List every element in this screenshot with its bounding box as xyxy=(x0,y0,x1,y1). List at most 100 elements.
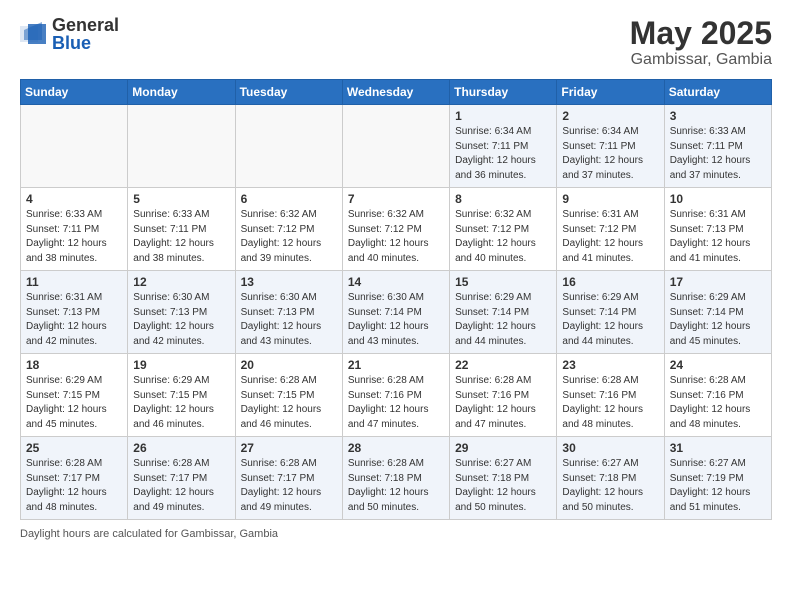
day-info: Sunrise: 6:33 AM Sunset: 7:11 PM Dayligh… xyxy=(26,208,122,266)
day-cell: 29Sunrise: 6:27 AM Sunset: 7:18 PM Dayli… xyxy=(450,437,557,520)
day-info: Sunrise: 6:27 AM Sunset: 7:19 PM Dayligh… xyxy=(670,457,766,515)
day-info: Sunrise: 6:29 AM Sunset: 7:15 PM Dayligh… xyxy=(133,374,229,432)
calendar-table: SundayMondayTuesdayWednesdayThursdayFrid… xyxy=(20,79,772,520)
day-cell: 23 Sunrise: 6:28 AM Sunset: 7:16 PM Dayli… xyxy=(557,354,664,437)
day-info: Sunrise: 6:30 AM Sunset: 7:14 PM Dayligh… xyxy=(348,291,444,349)
day-cell: 13Sunrise: 6:30 AM Sunset: 7:13 PM Dayli… xyxy=(235,271,342,354)
day-info: Sunrise: 6:28 AM Sunset: 7:17 PM Dayligh… xyxy=(241,457,337,515)
day-cell xyxy=(235,105,342,188)
day-cell: 5 Sunrise: 6:33 AM Sunset: 7:11 PM Daylig… xyxy=(128,188,235,271)
day-cell: 3Sunrise: 6:33 AM Sunset: 7:11 PM Daylig… xyxy=(664,105,771,188)
location: Gambissar, Gambia xyxy=(630,51,772,69)
col-header-monday: Monday xyxy=(128,80,235,105)
header: General Blue May 2025 Gambissar, Gambia xyxy=(20,16,772,69)
day-number: 27 xyxy=(241,441,337,455)
day-cell: 31 Sunrise: 6:27 AM Sunset: 7:19 PM Dayli… xyxy=(664,437,771,520)
day-number: 4 xyxy=(26,192,122,206)
logo-icon xyxy=(20,20,48,48)
day-info: Sunrise: 6:32 AM Sunset: 7:12 PM Dayligh… xyxy=(455,208,551,266)
day-number: 19 xyxy=(133,358,229,372)
day-cell: 10 Sunrise: 6:31 AM Sunset: 7:13 PM Dayli… xyxy=(664,188,771,271)
day-number: 13 xyxy=(241,275,337,289)
week-row-3: 11 Sunrise: 6:31 AM Sunset: 7:13 PM Dayli… xyxy=(21,271,772,354)
day-cell: 1Sunrise: 6:34 AM Sunset: 7:11 PM Daylig… xyxy=(450,105,557,188)
header-row: SundayMondayTuesdayWednesdayThursdayFrid… xyxy=(21,80,772,105)
day-number: 21 xyxy=(348,358,444,372)
day-cell: 12Sunrise: 6:30 AM Sunset: 7:13 PM Dayli… xyxy=(128,271,235,354)
day-number: 11 xyxy=(26,275,122,289)
day-cell: 21 Sunrise: 6:28 AM Sunset: 7:16 PM Dayli… xyxy=(342,354,449,437)
day-cell: 24 Sunrise: 6:28 AM Sunset: 7:16 PM Dayli… xyxy=(664,354,771,437)
day-number: 5 xyxy=(133,192,229,206)
day-cell: 20 Sunrise: 6:28 AM Sunset: 7:15 PM Dayli… xyxy=(235,354,342,437)
day-info: Sunrise: 6:28 AM Sunset: 7:17 PM Dayligh… xyxy=(26,457,122,515)
day-info: Sunrise: 6:28 AM Sunset: 7:16 PM Dayligh… xyxy=(670,374,766,432)
day-cell: 17Sunrise: 6:29 AM Sunset: 7:14 PM Dayli… xyxy=(664,271,771,354)
day-cell: 11 Sunrise: 6:31 AM Sunset: 7:13 PM Dayli… xyxy=(21,271,128,354)
day-info: Sunrise: 6:33 AM Sunset: 7:11 PM Dayligh… xyxy=(670,125,766,183)
day-info: Sunrise: 6:31 AM Sunset: 7:13 PM Dayligh… xyxy=(670,208,766,266)
day-cell: 27 Sunrise: 6:28 AM Sunset: 7:17 PM Dayli… xyxy=(235,437,342,520)
day-info: Sunrise: 6:32 AM Sunset: 7:12 PM Dayligh… xyxy=(348,208,444,266)
month-title: May 2025 xyxy=(630,16,772,51)
day-cell: 16 Sunrise: 6:29 AM Sunset: 7:14 PM Dayli… xyxy=(557,271,664,354)
day-info: Sunrise: 6:32 AM Sunset: 7:12 PM Dayligh… xyxy=(241,208,337,266)
week-row-2: 4 Sunrise: 6:33 AM Sunset: 7:11 PM Daylig… xyxy=(21,188,772,271)
day-info: Sunrise: 6:28 AM Sunset: 7:15 PM Dayligh… xyxy=(241,374,337,432)
day-number: 20 xyxy=(241,358,337,372)
day-cell: 9Sunrise: 6:31 AM Sunset: 7:12 PM Daylig… xyxy=(557,188,664,271)
day-info: Sunrise: 6:28 AM Sunset: 7:17 PM Dayligh… xyxy=(133,457,229,515)
day-number: 7 xyxy=(348,192,444,206)
day-info: Sunrise: 6:28 AM Sunset: 7:16 PM Dayligh… xyxy=(348,374,444,432)
day-number: 24 xyxy=(670,358,766,372)
day-cell: 6 Sunrise: 6:32 AM Sunset: 7:12 PM Daylig… xyxy=(235,188,342,271)
logo-blue: Blue xyxy=(52,34,119,52)
day-info: Sunrise: 6:28 AM Sunset: 7:16 PM Dayligh… xyxy=(455,374,551,432)
day-number: 23 xyxy=(562,358,658,372)
day-cell: 15Sunrise: 6:29 AM Sunset: 7:14 PM Dayli… xyxy=(450,271,557,354)
day-number: 10 xyxy=(670,192,766,206)
day-info: Sunrise: 6:34 AM Sunset: 7:11 PM Dayligh… xyxy=(562,125,658,183)
day-info: Sunrise: 6:33 AM Sunset: 7:11 PM Dayligh… xyxy=(133,208,229,266)
day-cell: 4 Sunrise: 6:33 AM Sunset: 7:11 PM Daylig… xyxy=(21,188,128,271)
day-number: 26 xyxy=(133,441,229,455)
day-cell: 22Sunrise: 6:28 AM Sunset: 7:16 PM Dayli… xyxy=(450,354,557,437)
day-cell: 26 Sunrise: 6:28 AM Sunset: 7:17 PM Dayli… xyxy=(128,437,235,520)
day-cell: 7 Sunrise: 6:32 AM Sunset: 7:12 PM Daylig… xyxy=(342,188,449,271)
day-cell xyxy=(342,105,449,188)
day-info: Sunrise: 6:29 AM Sunset: 7:14 PM Dayligh… xyxy=(455,291,551,349)
col-header-friday: Friday xyxy=(557,80,664,105)
calendar-page: General Blue May 2025 Gambissar, Gambia … xyxy=(0,0,792,560)
day-info: Sunrise: 6:28 AM Sunset: 7:16 PM Dayligh… xyxy=(562,374,658,432)
logo-general: General xyxy=(52,16,119,34)
col-header-sunday: Sunday xyxy=(21,80,128,105)
day-number: 30 xyxy=(562,441,658,455)
day-info: Sunrise: 6:29 AM Sunset: 7:15 PM Dayligh… xyxy=(26,374,122,432)
title-block: May 2025 Gambissar, Gambia xyxy=(630,16,772,69)
day-cell: 25 Sunrise: 6:28 AM Sunset: 7:17 PM Dayli… xyxy=(21,437,128,520)
day-info: Sunrise: 6:34 AM Sunset: 7:11 PM Dayligh… xyxy=(455,125,551,183)
day-info: Sunrise: 6:29 AM Sunset: 7:14 PM Dayligh… xyxy=(562,291,658,349)
day-info: Sunrise: 6:30 AM Sunset: 7:13 PM Dayligh… xyxy=(133,291,229,349)
week-row-1: 1Sunrise: 6:34 AM Sunset: 7:11 PM Daylig… xyxy=(21,105,772,188)
day-number: 28 xyxy=(348,441,444,455)
col-header-wednesday: Wednesday xyxy=(342,80,449,105)
day-number: 2 xyxy=(562,109,658,123)
day-cell: 18Sunrise: 6:29 AM Sunset: 7:15 PM Dayli… xyxy=(21,354,128,437)
day-number: 6 xyxy=(241,192,337,206)
day-number: 29 xyxy=(455,441,551,455)
day-number: 9 xyxy=(562,192,658,206)
day-number: 25 xyxy=(26,441,122,455)
day-number: 31 xyxy=(670,441,766,455)
week-row-5: 25 Sunrise: 6:28 AM Sunset: 7:17 PM Dayli… xyxy=(21,437,772,520)
day-cell xyxy=(128,105,235,188)
day-number: 16 xyxy=(562,275,658,289)
day-info: Sunrise: 6:31 AM Sunset: 7:13 PM Dayligh… xyxy=(26,291,122,349)
day-cell: 8Sunrise: 6:32 AM Sunset: 7:12 PM Daylig… xyxy=(450,188,557,271)
day-number: 17 xyxy=(670,275,766,289)
week-row-4: 18Sunrise: 6:29 AM Sunset: 7:15 PM Dayli… xyxy=(21,354,772,437)
logo: General Blue xyxy=(20,16,119,52)
day-cell: 19 Sunrise: 6:29 AM Sunset: 7:15 PM Dayli… xyxy=(128,354,235,437)
day-cell: 30 Sunrise: 6:27 AM Sunset: 7:18 PM Dayli… xyxy=(557,437,664,520)
day-info: Sunrise: 6:27 AM Sunset: 7:18 PM Dayligh… xyxy=(562,457,658,515)
